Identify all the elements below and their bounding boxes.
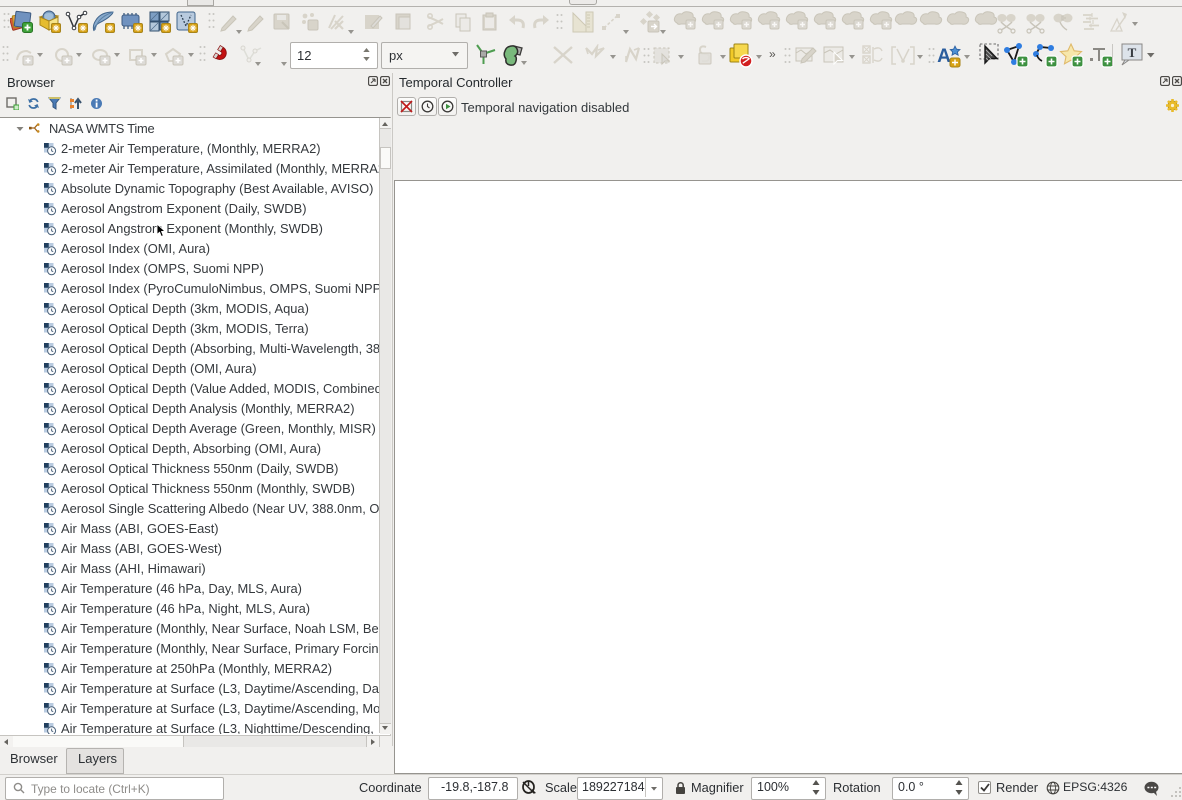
svg-text:A: A: [937, 46, 951, 67]
svg-text:T: T: [1128, 45, 1137, 60]
